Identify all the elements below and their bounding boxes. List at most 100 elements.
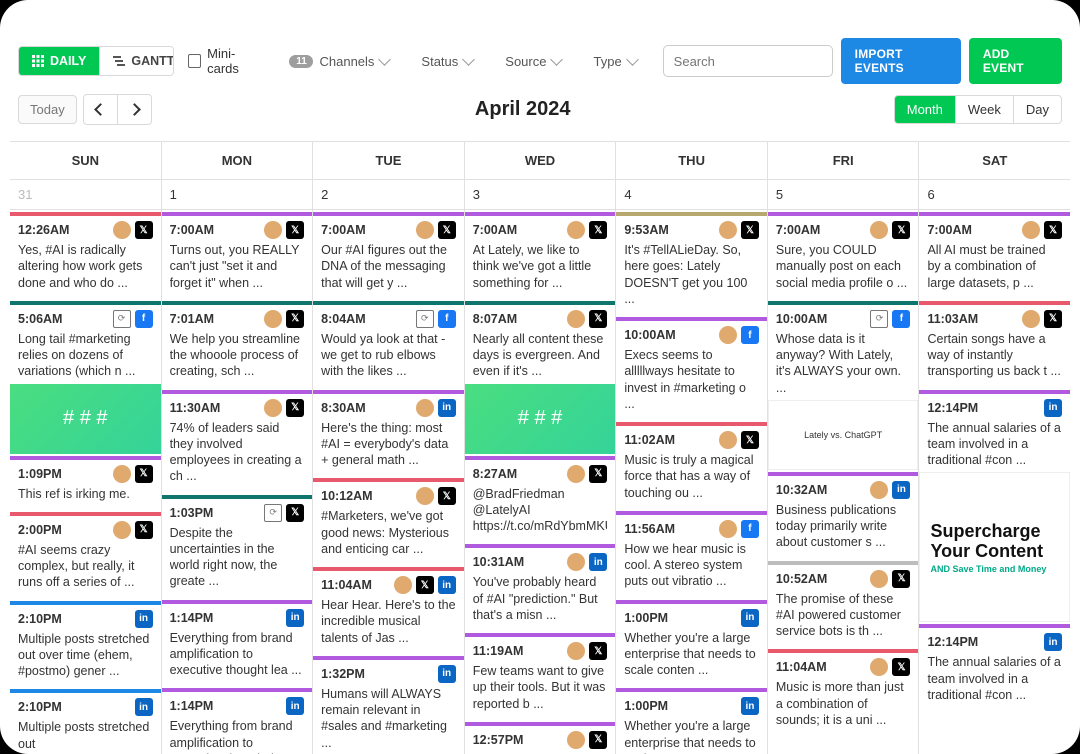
event-text: Music is more than just a combination of…: [776, 679, 911, 728]
day-header: TUE: [312, 142, 464, 180]
event-time: 1:14PM: [170, 699, 283, 713]
mini-cards-toggle[interactable]: Mini-cards: [188, 46, 261, 76]
calendar-title: April 2024: [152, 98, 894, 121]
prev-button[interactable]: [84, 95, 117, 124]
event-card[interactable]: 8:07AM𝕏Nearly all content these days is …: [465, 301, 616, 454]
event-card[interactable]: 1:00PMinWhether you're a large enterpris…: [616, 600, 767, 687]
event-card[interactable]: 2:00PM𝕏#AI seems crazy complex, but real…: [10, 512, 161, 599]
event-time: 1:00PM: [624, 699, 737, 713]
next-button[interactable]: [117, 95, 151, 124]
day-number[interactable]: 31: [10, 180, 161, 210]
month-button[interactable]: Month: [895, 96, 955, 123]
day-number[interactable]: 3: [465, 180, 616, 210]
source-filter[interactable]: Source: [493, 48, 573, 75]
event-text: Yes, #AI is radically altering how work …: [18, 242, 153, 291]
week-button[interactable]: Week: [955, 96, 1013, 123]
today-button[interactable]: Today: [18, 95, 77, 124]
event-card[interactable]: 11:56AMfHow we hear music is cool. A ste…: [616, 511, 767, 598]
day-header: SUN: [10, 142, 161, 180]
event-card[interactable]: 7:00AM𝕏Turns out, you REALLY can't just …: [162, 212, 313, 299]
event-time: 11:04AM: [776, 660, 867, 674]
event-text: We help you streamline the whooole proce…: [170, 331, 305, 380]
day-number[interactable]: 1: [162, 180, 313, 210]
repeat-icon: ⟳: [870, 310, 888, 328]
avatar: [264, 310, 282, 328]
event-card[interactable]: 7:00AM𝕏Sure, you COULD manually post on …: [768, 212, 919, 299]
event-card[interactable]: 1:14PMinEverything from brand amplificat…: [162, 688, 313, 754]
event-card[interactable]: 2:10PMinMultiple posts stretched out ove…: [10, 601, 161, 688]
event-time: 2:10PM: [18, 612, 131, 626]
event-card[interactable]: 11:02AM𝕏Music is truly a magical force t…: [616, 422, 767, 509]
event-card[interactable]: 7:00AM𝕏All AI must be trained by a combi…: [919, 212, 1070, 299]
event-card[interactable]: 1:09PM𝕏This ref is irking me.: [10, 456, 161, 510]
event-card[interactable]: 1:00PMinWhether you're a large enterpris…: [616, 688, 767, 754]
avatar: [567, 642, 585, 660]
event-time: 11:03AM: [927, 312, 1018, 326]
avatar: [1022, 310, 1040, 328]
event-time: 9:53AM: [624, 223, 715, 237]
event-time: 5:06AM: [18, 312, 109, 326]
status-filter[interactable]: Status: [409, 48, 485, 75]
search-input[interactable]: [672, 53, 852, 70]
event-card[interactable]: 10:52AM𝕏The promise of these #AI powered…: [768, 561, 919, 648]
event-card[interactable]: 11:19AM𝕏Few teams want to give up their …: [465, 633, 616, 720]
event-card[interactable]: 10:12AM𝕏#Marketers, we've got good news:…: [313, 478, 464, 565]
day-number[interactable]: 4: [616, 180, 767, 210]
chevron-left-icon: [94, 103, 107, 116]
event-text: This ref is irking me.: [18, 486, 153, 502]
event-text: @BradFriedman @LatelyAI https://t.co/mRd…: [473, 486, 608, 535]
event-card[interactable]: 12:57PM𝕏: [465, 722, 616, 754]
event-card[interactable]: 7:00AM𝕏Our #AI figures out the DNA of th…: [313, 212, 464, 299]
day-column: 17:00AM𝕏Turns out, you REALLY can't just…: [161, 180, 313, 754]
day-number[interactable]: 2: [313, 180, 464, 210]
event-time: 7:00AM: [776, 223, 867, 237]
event-time: 10:12AM: [321, 489, 412, 503]
channels-filter[interactable]: 11 Channels: [277, 48, 401, 75]
import-events-button[interactable]: IMPORT EVENTS: [841, 38, 961, 84]
day-header: THU: [615, 142, 767, 180]
event-card[interactable]: 2:10PMinMultiple posts stretched out: [10, 689, 161, 754]
event-card[interactable]: 5:06AM⟳fLong tail #marketing relies on d…: [10, 301, 161, 454]
add-event-button[interactable]: ADD EVENT: [969, 38, 1062, 84]
day-button[interactable]: Day: [1013, 96, 1061, 123]
event-card[interactable]: 12:14PMinThe annual salaries of a team i…: [919, 624, 1070, 711]
event-card[interactable]: 10:32AMinBusiness publications today pri…: [768, 472, 919, 559]
linkedin-icon: in: [589, 553, 607, 571]
event-text: Whether you're a large enterprise that n…: [624, 630, 759, 679]
calendar: SUNMONTUEWEDTHUFRISAT 3112:26AM𝕏Yes, #AI…: [10, 141, 1070, 754]
event-card[interactable]: 10:00AMfExecs seems to alllllways hesita…: [616, 317, 767, 420]
facebook-icon: f: [741, 520, 759, 538]
day-number[interactable]: 6: [919, 180, 1070, 210]
x-icon: 𝕏: [1044, 310, 1062, 328]
event-card[interactable]: 1:03PM⟳𝕏Despite the uncertainties in the…: [162, 495, 313, 598]
event-card[interactable]: 7:01AM𝕏We help you streamline the whoool…: [162, 301, 313, 388]
event-card[interactable]: 1:14PMinEverything from brand amplificat…: [162, 600, 313, 687]
event-card[interactable]: 9:53AM𝕏It's #TellALieDay. So, here goes:…: [616, 212, 767, 315]
avatar: [113, 465, 131, 483]
search-box[interactable]: ✕: [663, 45, 833, 77]
event-text: The annual salaries of a team involved i…: [927, 420, 1062, 469]
event-card[interactable]: 11:04AM𝕏inHear Hear. Here's to the incre…: [313, 567, 464, 654]
gantt-icon: [113, 55, 125, 67]
event-text: At Lately, we like to think we've got a …: [473, 242, 608, 291]
gantt-view-button[interactable]: GANTT: [99, 47, 174, 75]
day-number[interactable]: 5: [768, 180, 919, 210]
event-card[interactable]: 7:00AM𝕏At Lately, we like to think we've…: [465, 212, 616, 299]
event-card[interactable]: 11:04AM𝕏Music is more than just a combin…: [768, 649, 919, 736]
event-card[interactable]: 12:14PMinThe annual salaries of a team i…: [919, 390, 1070, 623]
event-card[interactable]: 12:26AM𝕏Yes, #AI is radically altering h…: [10, 212, 161, 299]
event-card[interactable]: 1:32PMinHumans will ALWAYS remain releva…: [313, 656, 464, 754]
facebook-icon: f: [135, 310, 153, 328]
event-card[interactable]: 8:04AM⟳fWould ya look at that - we get t…: [313, 301, 464, 388]
event-card[interactable]: 10:00AM⟳fWhose data is it anyway? With L…: [768, 301, 919, 470]
event-time: 7:00AM: [473, 223, 564, 237]
event-time: 1:09PM: [18, 467, 109, 481]
event-card[interactable]: 10:31AMinYou've probably heard of #AI "p…: [465, 544, 616, 631]
event-card[interactable]: 8:27AM𝕏@BradFriedman @LatelyAI https://t…: [465, 456, 616, 543]
daily-view-button[interactable]: DAILY: [19, 47, 99, 75]
chevron-down-icon: [551, 53, 564, 66]
event-card[interactable]: 11:03AM𝕏Certain songs have a way of inst…: [919, 301, 1070, 388]
event-card[interactable]: 11:30AM𝕏74% of leaders said they involve…: [162, 390, 313, 493]
event-card[interactable]: 8:30AMinHere's the thing: most #AI = eve…: [313, 390, 464, 477]
type-filter[interactable]: Type: [581, 48, 648, 75]
